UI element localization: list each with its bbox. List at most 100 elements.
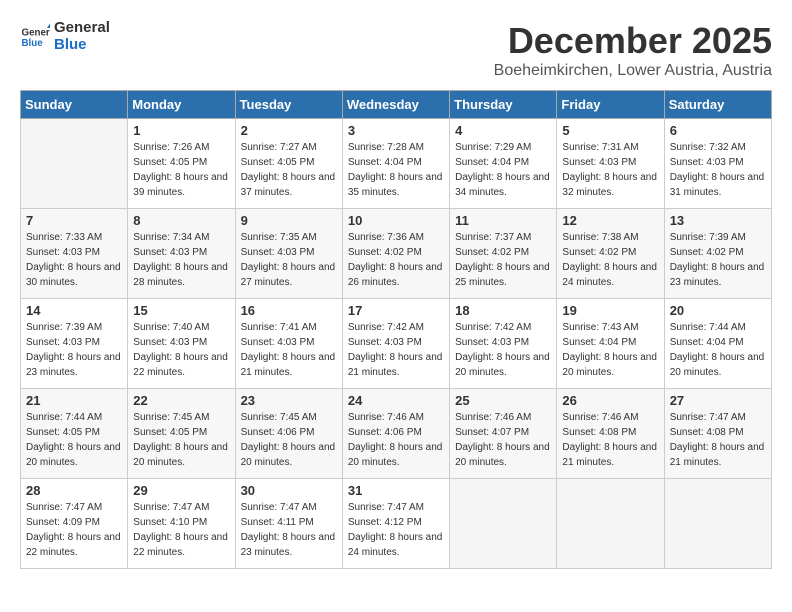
weekday-header-saturday: Saturday	[664, 91, 771, 119]
weekday-header-monday: Monday	[128, 91, 235, 119]
day-number: 28	[26, 483, 122, 498]
day-number: 16	[241, 303, 337, 318]
calendar-cell: 11Sunrise: 7:37 AMSunset: 4:02 PMDayligh…	[450, 209, 557, 299]
logo: General Blue General Blue	[20, 20, 110, 53]
day-number: 5	[562, 123, 658, 138]
day-number: 12	[562, 213, 658, 228]
calendar-cell	[450, 479, 557, 569]
day-number: 7	[26, 213, 122, 228]
weekday-header-row: SundayMondayTuesdayWednesdayThursdayFrid…	[21, 91, 772, 119]
day-number: 17	[348, 303, 444, 318]
day-number: 20	[670, 303, 766, 318]
calendar-cell: 8Sunrise: 7:34 AMSunset: 4:03 PMDaylight…	[128, 209, 235, 299]
calendar-cell: 3 Sunrise: 7:28 AMSunset: 4:04 PMDaylight…	[342, 119, 449, 209]
calendar-cell: 25 Sunrise: 7:46 AMSunset: 4:07 PMDayligh…	[450, 389, 557, 479]
day-number: 31	[348, 483, 444, 498]
day-info: Sunrise: 7:46 AMSunset: 4:06 PMDaylight:…	[348, 410, 444, 470]
calendar-cell: 29 Sunrise: 7:47 AMSunset: 4:10 PMDayligh…	[128, 479, 235, 569]
day-number: 14	[26, 303, 122, 318]
day-number: 9	[241, 213, 337, 228]
day-info: Sunrise: 7:28 AMSunset: 4:04 PMDaylight:…	[348, 140, 444, 200]
day-info: Sunrise: 7:39 AMSunset: 4:02 PMDaylight:…	[670, 230, 766, 290]
calendar-cell: 26 Sunrise: 7:46 AMSunset: 4:08 PMDayligh…	[557, 389, 664, 479]
day-info: Sunrise: 7:34 AMSunset: 4:03 PMDaylight:…	[133, 230, 229, 290]
day-number: 2	[241, 123, 337, 138]
day-number: 10	[348, 213, 444, 228]
calendar-cell: 20Sunrise: 7:44 AMSunset: 4:04 PMDayligh…	[664, 299, 771, 389]
day-number: 24	[348, 393, 444, 408]
day-number: 3	[348, 123, 444, 138]
location-title: Boeheimkirchen, Lower Austria, Austria	[494, 62, 772, 80]
day-info: Sunrise: 7:44 AMSunset: 4:05 PMDaylight:…	[26, 410, 122, 470]
calendar-cell: 28 Sunrise: 7:47 AMSunset: 4:09 PMDayligh…	[21, 479, 128, 569]
week-row-1: 1 Sunrise: 7:26 AMSunset: 4:05 PMDaylight…	[21, 119, 772, 209]
calendar-cell: 19Sunrise: 7:43 AMSunset: 4:04 PMDayligh…	[557, 299, 664, 389]
day-info: Sunrise: 7:47 AMSunset: 4:11 PMDaylight:…	[241, 500, 337, 560]
day-info: Sunrise: 7:45 AMSunset: 4:06 PMDaylight:…	[241, 410, 337, 470]
calendar-cell: 14 Sunrise: 7:39 AMSunset: 4:03 PMDayligh…	[21, 299, 128, 389]
weekday-header-tuesday: Tuesday	[235, 91, 342, 119]
day-info: Sunrise: 7:46 AMSunset: 4:07 PMDaylight:…	[455, 410, 551, 470]
day-number: 29	[133, 483, 229, 498]
logo-icon: General Blue	[20, 22, 50, 52]
weekday-header-wednesday: Wednesday	[342, 91, 449, 119]
day-number: 21	[26, 393, 122, 408]
calendar-cell: 31 Sunrise: 7:47 AMSunset: 4:12 PMDayligh…	[342, 479, 449, 569]
calendar-cell: 2 Sunrise: 7:27 AMSunset: 4:05 PMDaylight…	[235, 119, 342, 209]
calendar-cell: 5 Sunrise: 7:31 AMSunset: 4:03 PMDaylight…	[557, 119, 664, 209]
calendar-cell: 9 Sunrise: 7:35 AMSunset: 4:03 PMDaylight…	[235, 209, 342, 299]
calendar-cell	[664, 479, 771, 569]
calendar-cell: 4 Sunrise: 7:29 AMSunset: 4:04 PMDaylight…	[450, 119, 557, 209]
day-info: Sunrise: 7:37 AMSunset: 4:02 PMDaylight:…	[455, 230, 551, 290]
calendar-cell: 13Sunrise: 7:39 AMSunset: 4:02 PMDayligh…	[664, 209, 771, 299]
page-header: General Blue General Blue December 2025 …	[20, 20, 772, 80]
calendar-cell: 1 Sunrise: 7:26 AMSunset: 4:05 PMDaylight…	[128, 119, 235, 209]
calendar-cell: 17 Sunrise: 7:42 AMSunset: 4:03 PMDayligh…	[342, 299, 449, 389]
calendar-cell	[557, 479, 664, 569]
day-number: 25	[455, 393, 551, 408]
day-info: Sunrise: 7:31 AMSunset: 4:03 PMDaylight:…	[562, 140, 658, 200]
day-number: 15	[133, 303, 229, 318]
day-info: Sunrise: 7:33 AMSunset: 4:03 PMDaylight:…	[26, 230, 122, 290]
calendar-cell: 16 Sunrise: 7:41 AMSunset: 4:03 PMDayligh…	[235, 299, 342, 389]
day-number: 1	[133, 123, 229, 138]
calendar-cell: 12 Sunrise: 7:38 AMSunset: 4:02 PMDayligh…	[557, 209, 664, 299]
day-info: Sunrise: 7:41 AMSunset: 4:03 PMDaylight:…	[241, 320, 337, 380]
day-number: 22	[133, 393, 229, 408]
weekday-header-thursday: Thursday	[450, 91, 557, 119]
calendar-cell: 30 Sunrise: 7:47 AMSunset: 4:11 PMDayligh…	[235, 479, 342, 569]
calendar-cell: 6Sunrise: 7:32 AMSunset: 4:03 PMDaylight…	[664, 119, 771, 209]
logo-blue-text: Blue	[54, 37, 110, 54]
day-info: Sunrise: 7:46 AMSunset: 4:08 PMDaylight:…	[562, 410, 658, 470]
day-info: Sunrise: 7:45 AMSunset: 4:05 PMDaylight:…	[133, 410, 229, 470]
month-title: December 2025	[494, 20, 772, 62]
weekday-header-friday: Friday	[557, 91, 664, 119]
day-info: Sunrise: 7:39 AMSunset: 4:03 PMDaylight:…	[26, 320, 122, 380]
day-info: Sunrise: 7:36 AMSunset: 4:02 PMDaylight:…	[348, 230, 444, 290]
day-info: Sunrise: 7:26 AMSunset: 4:05 PMDaylight:…	[133, 140, 229, 200]
day-info: Sunrise: 7:47 AMSunset: 4:12 PMDaylight:…	[348, 500, 444, 560]
day-number: 27	[670, 393, 766, 408]
calendar-cell: 21 Sunrise: 7:44 AMSunset: 4:05 PMDayligh…	[21, 389, 128, 479]
day-info: Sunrise: 7:40 AMSunset: 4:03 PMDaylight:…	[133, 320, 229, 380]
calendar-cell: 10 Sunrise: 7:36 AMSunset: 4:02 PMDayligh…	[342, 209, 449, 299]
day-info: Sunrise: 7:35 AMSunset: 4:03 PMDaylight:…	[241, 230, 337, 290]
day-info: Sunrise: 7:42 AMSunset: 4:03 PMDaylight:…	[348, 320, 444, 380]
svg-text:General: General	[22, 27, 51, 38]
day-number: 26	[562, 393, 658, 408]
day-number: 18	[455, 303, 551, 318]
svg-text:Blue: Blue	[22, 38, 44, 49]
day-info: Sunrise: 7:47 AMSunset: 4:10 PMDaylight:…	[133, 500, 229, 560]
week-row-3: 14 Sunrise: 7:39 AMSunset: 4:03 PMDayligh…	[21, 299, 772, 389]
day-info: Sunrise: 7:47 AMSunset: 4:09 PMDaylight:…	[26, 500, 122, 560]
title-block: December 2025 Boeheimkirchen, Lower Aust…	[494, 20, 772, 80]
day-info: Sunrise: 7:27 AMSunset: 4:05 PMDaylight:…	[241, 140, 337, 200]
calendar-cell: 23Sunrise: 7:45 AMSunset: 4:06 PMDayligh…	[235, 389, 342, 479]
calendar-cell: 18Sunrise: 7:42 AMSunset: 4:03 PMDayligh…	[450, 299, 557, 389]
day-number: 19	[562, 303, 658, 318]
calendar-cell: 15 Sunrise: 7:40 AMSunset: 4:03 PMDayligh…	[128, 299, 235, 389]
day-info: Sunrise: 7:38 AMSunset: 4:02 PMDaylight:…	[562, 230, 658, 290]
day-info: Sunrise: 7:29 AMSunset: 4:04 PMDaylight:…	[455, 140, 551, 200]
day-number: 30	[241, 483, 337, 498]
day-number: 4	[455, 123, 551, 138]
